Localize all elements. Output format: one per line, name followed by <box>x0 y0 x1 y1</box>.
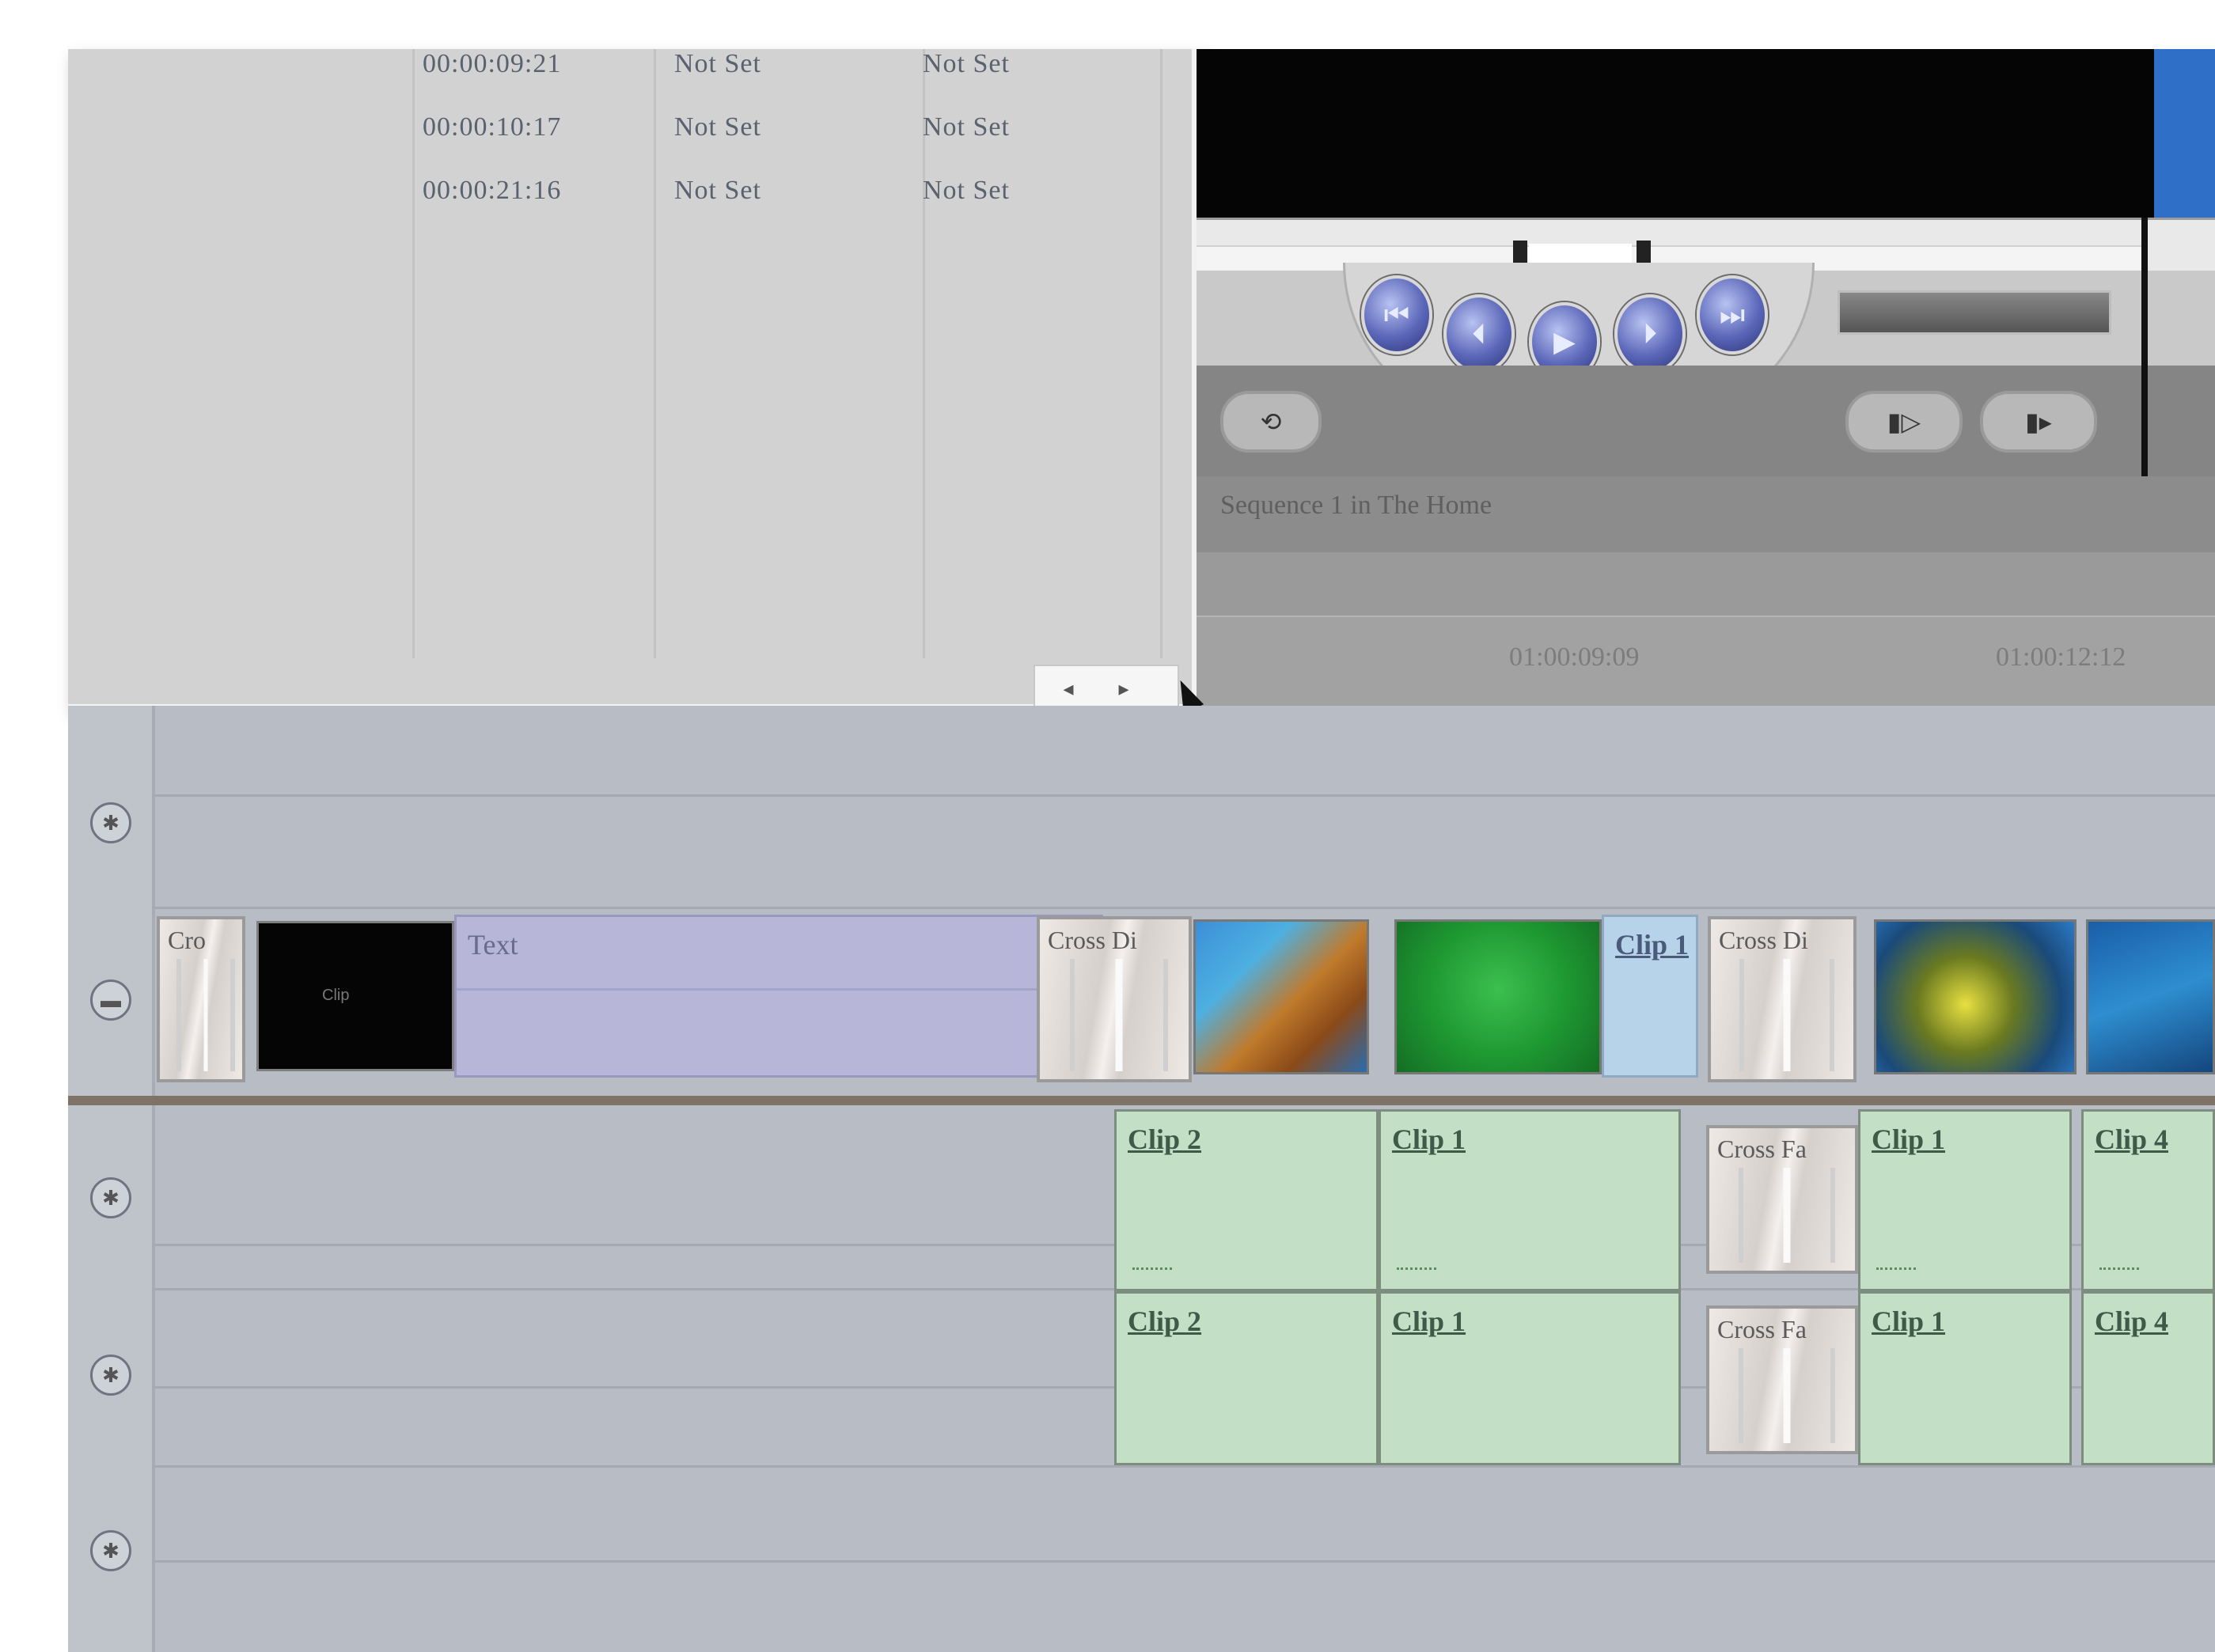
cross-fade-transition[interactable]: Cross Fa <box>1706 1125 1858 1274</box>
clip-label: Clip 1 <box>1872 1123 1946 1155</box>
go-to-start-button[interactable]: ⏮ <box>1361 275 1432 354</box>
track-divider <box>152 794 2215 797</box>
clip-label: Clip 2 <box>1128 1123 1202 1155</box>
transition-graphic <box>176 959 236 1071</box>
cross-dissolve-transition[interactable]: Cross Di <box>1037 916 1192 1082</box>
track-divider <box>152 1560 2215 1563</box>
transition-graphic <box>1738 1168 1836 1263</box>
clip-keyline <box>457 988 1101 991</box>
clip-label: Clip 2 <box>1128 1305 1202 1337</box>
audio-waveform-icon <box>1397 1267 1436 1281</box>
scroll-right-icon[interactable]: ▸ <box>1108 673 1140 704</box>
mark-out-button[interactable]: ▮▸ <box>1980 391 2097 453</box>
transition-graphic <box>1738 1348 1836 1443</box>
viewer-video <box>2154 49 2215 218</box>
scroll-left-icon[interactable]: ◂ <box>1053 673 1084 704</box>
clip-label: Clip 4 <box>2095 1305 2169 1337</box>
row-in: Not Set <box>674 112 761 142</box>
canvas-video <box>1197 49 2215 218</box>
lock-icon[interactable]: ▬ <box>90 979 131 1021</box>
track-divider <box>152 907 2215 909</box>
status-bar: Sequence 1 in The Home <box>1197 476 2215 552</box>
audio-clip[interactable]: Clip 1 <box>1858 1109 2072 1291</box>
video-thumbnail[interactable] <box>2086 919 2215 1074</box>
transition-graphic <box>1739 959 1834 1071</box>
transition-label: Cross Fa <box>1717 1315 1807 1343</box>
browser-window: 00:00:09:21 Not Set Not Set 00:00:10:17 … <box>68 49 1206 712</box>
lock-icon[interactable]: ✱ <box>90 802 131 843</box>
transition-label: Cross Fa <box>1717 1135 1807 1163</box>
audio-waveform-icon <box>1876 1267 1916 1281</box>
canvas-button-bar: ⟲ ▮▷ ▮▸ <box>1197 366 2215 476</box>
horizontal-scrollbar[interactable]: ◂ ▸ <box>1034 665 1179 712</box>
transition-label: Cross Di <box>1719 926 1808 954</box>
clip-label: Clip 4 <box>2095 1123 2169 1155</box>
play-reverse-button[interactable]: ⏴ <box>1443 294 1515 373</box>
lock-icon[interactable]: ✱ <box>90 1530 131 1571</box>
clip-label: Clip 1 <box>1392 1123 1466 1155</box>
cross-fade-transition[interactable]: Cross Fa <box>1706 1305 1858 1454</box>
video-thumbnail[interactable] <box>1394 919 1602 1074</box>
audio-clip[interactable]: Clip 2 <box>1114 1109 1379 1291</box>
audio-clip[interactable]: Clip 4 <box>2081 1109 2215 1291</box>
text-generator-clip[interactable]: Text <box>454 915 1103 1078</box>
row-in: Not Set <box>674 176 761 205</box>
clip-label: Clip <box>322 987 350 1004</box>
separator <box>1197 552 2215 616</box>
row-out: Not Set <box>923 112 1010 142</box>
mark-in-button[interactable]: ▮▷ <box>1845 391 1963 453</box>
track-separator[interactable] <box>68 1096 2215 1105</box>
video-thumbnail[interactable] <box>1874 919 2077 1074</box>
window-divider <box>2141 218 2148 510</box>
lock-icon[interactable]: ✱ <box>90 1177 131 1218</box>
go-to-end-button[interactable]: ⏭ <box>1697 275 1768 354</box>
match-frame-button[interactable]: ⟲ <box>1220 391 1322 453</box>
browser-row[interactable]: 00:00:09:21 Not Set Not Set <box>68 49 1192 112</box>
clip-label: Text <box>468 929 518 961</box>
row-out: Not Set <box>923 176 1010 205</box>
browser-row[interactable]: 00:00:10:17 Not Set Not Set <box>68 112 1192 176</box>
audio-clip[interactable]: Clip 1 <box>1379 1109 1681 1291</box>
timeline-window: ✱ ▬ ✱ ✱ ✱ Cro Clip Text Cross Di Clip 1 … <box>68 706 2215 1652</box>
ruler-timecode: 01:00:09:09 <box>1509 642 1640 672</box>
audio-clip[interactable]: Clip 2 <box>1114 1291 1379 1465</box>
shuttle-slider[interactable] <box>1838 290 2111 335</box>
browser-row[interactable]: 00:00:21:16 Not Set Not Set <box>68 176 1192 239</box>
video-thumbnail[interactable] <box>1193 919 1369 1074</box>
transition-graphic <box>1069 959 1169 1071</box>
status-text: Sequence 1 in The Home <box>1220 491 1492 520</box>
canvas-window: ⏮ ⏴ ▶ ⏵ ⏭ ⟲ ▮▷ ▮▸ Sequence 1 in The Home… <box>1197 49 2215 731</box>
lock-icon[interactable]: ✱ <box>90 1355 131 1396</box>
transition-label: Cross Di <box>1048 926 1137 954</box>
clip-label: Clip 1 <box>1392 1305 1466 1337</box>
audio-clip[interactable]: Clip 4 <box>2081 1291 2215 1465</box>
cross-dissolve-transition[interactable]: Cross Di <box>1708 916 1857 1082</box>
slug-clip[interactable]: Clip <box>256 921 454 1071</box>
video-clip[interactable]: Clip 1 <box>1602 915 1698 1078</box>
play-forward-button[interactable]: ⏵ <box>1614 294 1686 373</box>
transition-label: Cro <box>168 926 206 954</box>
ruler-timecode: 01:00:12:12 <box>1996 642 2126 672</box>
row-timecode: 00:00:21:16 <box>423 176 562 205</box>
audio-waveform-icon <box>2099 1267 2139 1281</box>
track-divider <box>152 1465 2215 1468</box>
row-out: Not Set <box>923 49 1010 78</box>
track-header-column: ✱ ▬ ✱ ✱ ✱ <box>68 706 155 1652</box>
cross-dissolve-transition[interactable]: Cro <box>157 916 245 1082</box>
audio-clip[interactable]: Clip 1 <box>1858 1291 2072 1465</box>
clip-label: Clip 1 <box>1615 929 1690 961</box>
audio-waveform-icon <box>1132 1267 1172 1281</box>
audio-clip[interactable]: Clip 1 <box>1379 1291 1681 1465</box>
row-timecode: 00:00:09:21 <box>423 49 562 78</box>
clip-label: Clip 1 <box>1872 1305 1946 1337</box>
row-in: Not Set <box>674 49 761 78</box>
row-timecode: 00:00:10:17 <box>423 112 562 142</box>
